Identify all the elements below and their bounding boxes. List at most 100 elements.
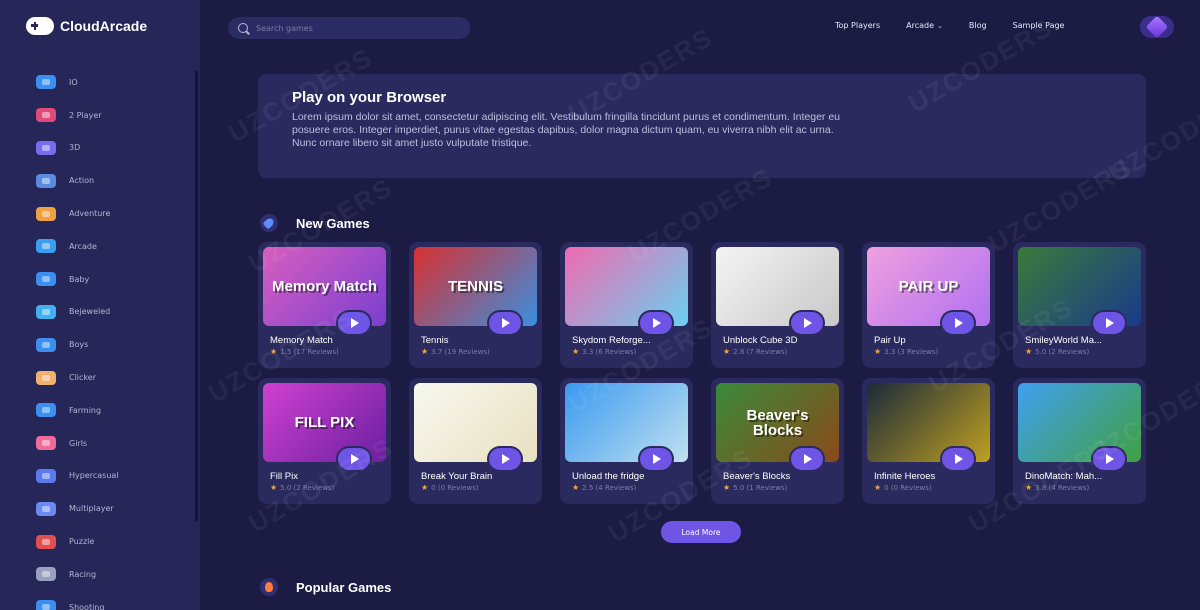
game-thumbnail[interactable] <box>565 383 688 462</box>
game-title[interactable]: Unblock Cube 3D <box>723 335 837 346</box>
game-title[interactable]: Pair Up <box>874 335 988 346</box>
game-card[interactable]: Beaver's Blocks Beaver's Blocks ★ 5.0 (1 Re… <box>711 378 844 504</box>
sidebar-item-multiplayer[interactable]: Multiplayer <box>0 492 200 525</box>
user-avatar[interactable] <box>1140 15 1174 39</box>
game-title[interactable]: DinoMatch: Mah... <box>1025 471 1139 482</box>
nav-top-players[interactable]: Top Players <box>835 21 880 33</box>
game-card[interactable]: Skydom Reforge... ★ 3.3 (6 Reviews) <box>560 242 693 368</box>
game-thumbnail[interactable] <box>716 247 839 326</box>
players-icon <box>36 501 56 516</box>
star-icon: ★ <box>723 483 731 492</box>
sidebar-item-arcade[interactable]: Arcade <box>0 230 200 263</box>
sidebar-item-baby[interactable]: Baby <box>0 263 200 296</box>
sidebar-item-label: Action <box>69 176 95 186</box>
game-card[interactable]: TENNIS Tennis ★ 3.7 (19 Reviews) <box>409 242 542 368</box>
play-button[interactable] <box>791 312 823 334</box>
game-rating: ★ 5.0 (2 Reviews) <box>270 483 334 492</box>
star-icon: ★ <box>572 483 580 492</box>
search-bar[interactable] <box>228 17 470 39</box>
load-more-button[interactable]: Load More <box>661 521 741 543</box>
game-title[interactable]: Break Your Brain <box>421 471 535 482</box>
play-button[interactable] <box>489 312 521 334</box>
play-icon <box>502 454 510 464</box>
sidebar-item-label: Clicker <box>69 373 96 383</box>
game-card[interactable]: Unblock Cube 3D ★ 2.8 (7 Reviews) <box>711 242 844 368</box>
gamepad-icon <box>36 600 56 610</box>
rating-text: 5.0 (1 Reviews) <box>733 483 788 492</box>
sidebar-item-farming[interactable]: Farming <box>0 394 200 427</box>
play-button[interactable] <box>640 312 672 334</box>
rating-text: 5.0 (2 Reviews) <box>280 483 335 492</box>
game-thumbnail[interactable] <box>1018 247 1141 326</box>
play-button[interactable] <box>1093 312 1125 334</box>
star-icon: ★ <box>1025 483 1033 492</box>
star-icon: ★ <box>270 483 278 492</box>
game-thumbnail[interactable]: Memory Match <box>263 247 386 326</box>
diamond-icon <box>36 304 56 319</box>
game-card[interactable]: DinoMatch: Mah... ★ 3.8 (4 Reviews) <box>1013 378 1146 504</box>
game-thumbnail[interactable]: TENNIS <box>414 247 537 326</box>
game-title[interactable]: Skydom Reforge... <box>572 335 686 346</box>
play-button[interactable] <box>640 448 672 470</box>
gamepad-icon <box>36 75 56 90</box>
rating-text: 2.5 (4 Reviews) <box>582 483 637 492</box>
sidebar-item-label: Adventure <box>69 209 111 219</box>
nav-blog[interactable]: Blog <box>969 21 987 33</box>
sidebar-item-label: Puzzle <box>69 537 95 547</box>
sidebar-item-bejeweled[interactable]: Bejeweled <box>0 296 200 329</box>
game-title[interactable]: Fill Pix <box>270 471 384 482</box>
game-title[interactable]: Beaver's Blocks <box>723 471 837 482</box>
game-card[interactable]: PAIR UP Pair Up ★ 3.3 (3 Reviews) <box>862 242 995 368</box>
sidebar-item-hypercasual[interactable]: Hypercasual <box>0 460 200 493</box>
game-card[interactable]: FILL PIX Fill Pix ★ 5.0 (2 Reviews) <box>258 378 391 504</box>
game-thumbnail[interactable] <box>565 247 688 326</box>
sidebar-item-puzzle[interactable]: Puzzle <box>0 525 200 558</box>
sidebar-item-2-player[interactable]: 2 Player <box>0 99 200 132</box>
map-icon <box>36 206 56 221</box>
game-title[interactable]: Infinite Heroes <box>874 471 988 482</box>
brand-logo[interactable]: CloudArcade <box>26 14 147 38</box>
play-button[interactable] <box>791 448 823 470</box>
game-thumbnail[interactable]: Beaver's Blocks <box>716 383 839 462</box>
sidebar-scrollbar[interactable] <box>195 70 198 522</box>
game-card[interactable]: Memory Match Memory Match ★ 1.5 (17 Reviews… <box>258 242 391 368</box>
sidebar-item-shooting[interactable]: Shooting <box>0 591 200 610</box>
game-thumbnail[interactable]: FILL PIX <box>263 383 386 462</box>
game-rating: ★ 1.5 (17 Reviews) <box>270 347 339 356</box>
game-thumbnail[interactable] <box>414 383 537 462</box>
game-title[interactable]: Unload the fridge <box>572 471 686 482</box>
game-card[interactable]: Unload the fridge ★ 2.5 (4 Reviews) <box>560 378 693 504</box>
game-title[interactable]: Memory Match <box>270 335 384 346</box>
sidebar-item-action[interactable]: Action <box>0 164 200 197</box>
sidebar-item-boys[interactable]: Boys <box>0 328 200 361</box>
sidebar-item-clicker[interactable]: Clicker <box>0 361 200 394</box>
sidebar-item-label: Shooting <box>69 602 105 610</box>
game-card[interactable]: Break Your Brain ★ 0 (0 Reviews) <box>409 378 542 504</box>
nav-sample-page[interactable]: Sample Page <box>1013 21 1065 33</box>
game-thumbnail[interactable] <box>1018 383 1141 462</box>
sidebar-item-girls[interactable]: Girls <box>0 427 200 460</box>
game-thumbnail[interactable] <box>867 383 990 462</box>
play-button[interactable] <box>1093 448 1125 470</box>
play-button[interactable] <box>489 448 521 470</box>
play-button[interactable] <box>338 448 370 470</box>
search-input[interactable] <box>256 23 446 33</box>
play-button[interactable] <box>338 312 370 334</box>
game-title[interactable]: Tennis <box>421 335 535 346</box>
sidebar-item-racing[interactable]: Racing <box>0 558 200 591</box>
sidebar-item-adventure[interactable]: Adventure <box>0 197 200 230</box>
nav-arcade[interactable]: Arcade ⌄ <box>906 21 943 33</box>
game-thumbnail[interactable]: PAIR UP <box>867 247 990 326</box>
play-button[interactable] <box>942 312 974 334</box>
sidebar-item-3d[interactable]: 3D <box>0 132 200 165</box>
sidebar-item-io[interactable]: IO <box>0 66 200 99</box>
game-title[interactable]: SmileyWorld Ma... <box>1025 335 1139 346</box>
rating-text: 3.3 (3 Reviews) <box>884 347 939 356</box>
game-card[interactable]: Infinite Heroes ★ 0 (0 Reviews) <box>862 378 995 504</box>
thumbnail-logo-text: PAIR UP <box>898 278 959 295</box>
play-button[interactable] <box>942 448 974 470</box>
game-card[interactable]: SmileyWorld Ma... ★ 5.0 (2 Reviews) <box>1013 242 1146 368</box>
game-rating: ★ 2.5 (4 Reviews) <box>572 483 636 492</box>
search-icon[interactable] <box>238 23 248 33</box>
play-icon <box>804 454 812 464</box>
